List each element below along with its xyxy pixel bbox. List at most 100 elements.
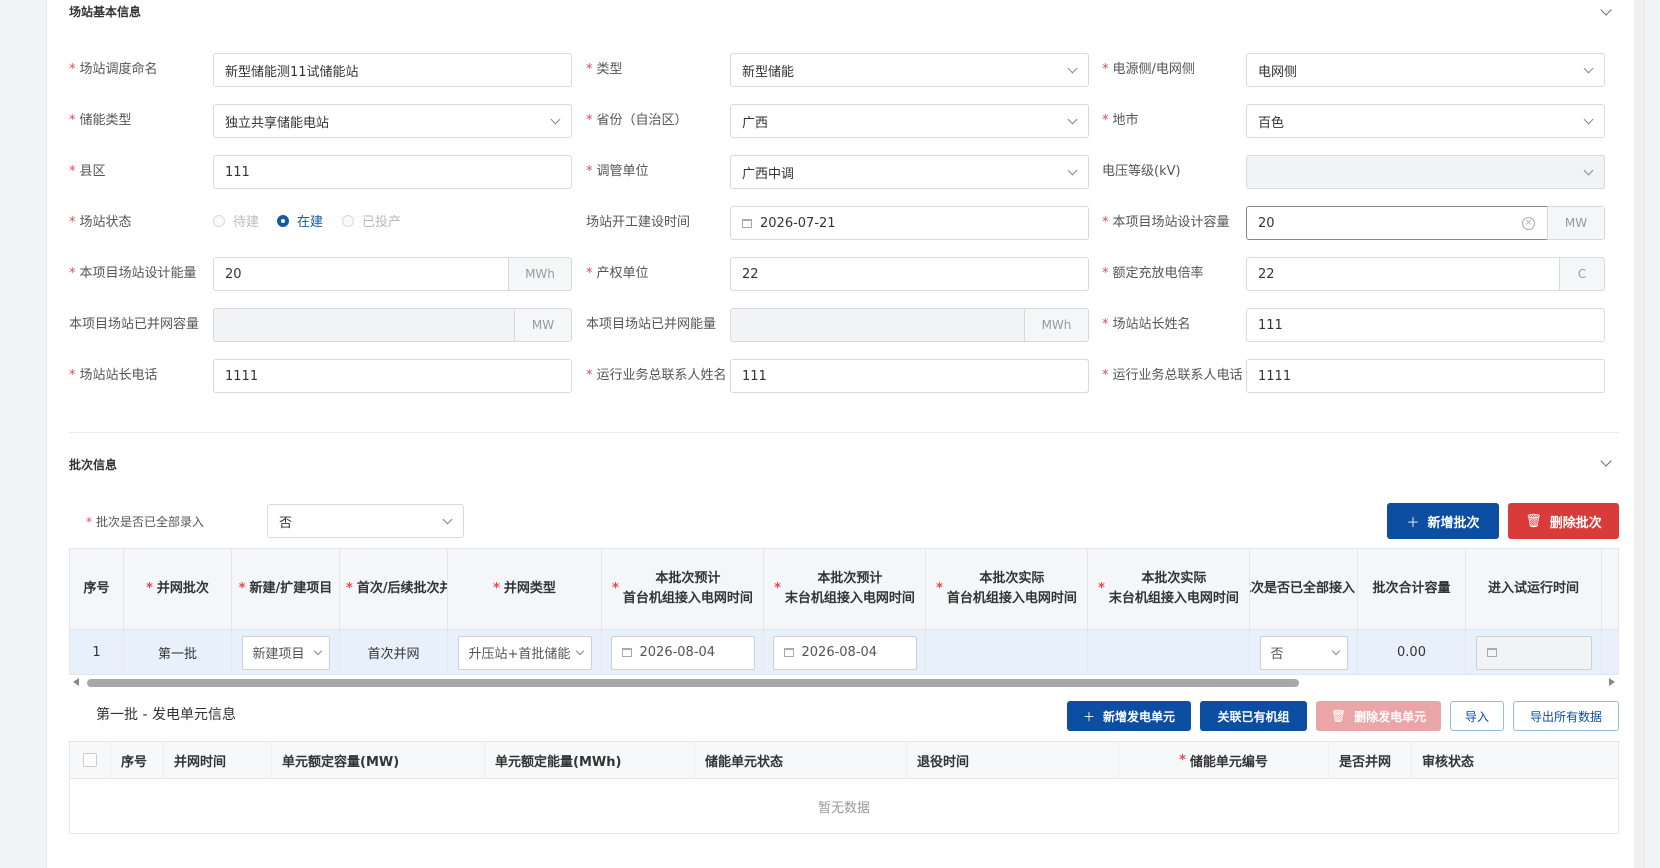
unit-col-retire-time: 退役时间: [907, 742, 1119, 779]
unit-col-connected: 是否并网: [1329, 742, 1412, 779]
trash-icon: 🗑: [1330, 709, 1347, 723]
col-header-seq: 序号: [70, 549, 124, 629]
col-header-trial-time: 进入试运行时间: [1466, 549, 1602, 629]
label-grid-energy: 本项目场站已并网能量: [586, 317, 717, 332]
status-radio-pending[interactable]: 待建: [213, 211, 259, 230]
side-select[interactable]: 电网侧: [1246, 53, 1605, 87]
cell-first-follow: 首次并网: [340, 629, 448, 674]
property-unit-input[interactable]: 22: [730, 257, 1089, 291]
unit-section-title: 第一批 - 发电单元信息: [96, 707, 236, 723]
grid-capacity-unit: MW: [514, 308, 572, 342]
plan-last-datepicker[interactable]: 2026-08-04: [772, 635, 917, 670]
label-design-energy: * 本项目场站设计能量: [69, 266, 197, 281]
section-divider: [69, 432, 1619, 433]
cell-trial-time: [1466, 629, 1602, 674]
chevron-down-icon: [1583, 165, 1594, 176]
grid-capacity-input[interactable]: [213, 308, 515, 342]
all-connected-select[interactable]: 否: [1259, 635, 1348, 670]
plan-first-datepicker[interactable]: 2026-08-04: [610, 635, 755, 670]
chevron-down-icon: [1067, 114, 1078, 125]
trash-icon: 🗑: [1525, 513, 1542, 529]
cell-extra: [1602, 629, 1618, 674]
ops-contact-phone-input[interactable]: 1111: [1246, 359, 1605, 393]
link-unit-button[interactable]: 关联已有机组: [1200, 701, 1307, 731]
label-type: * 类型: [586, 62, 623, 77]
add-batch-button[interactable]: ＋新增批次: [1387, 503, 1499, 539]
status-radio-operating[interactable]: 已投产: [342, 211, 401, 230]
city-select[interactable]: 百色: [1246, 104, 1605, 138]
vertical-scrollbar[interactable]: [1634, 0, 1644, 868]
col-header-batch: * 并网批次: [124, 549, 232, 629]
select-all-cell: [70, 742, 111, 779]
dispatch-unit-select[interactable]: 广西中调: [730, 155, 1089, 189]
delete-unit-button[interactable]: 🗑 删除发电单元: [1316, 701, 1441, 731]
label-property-unit: * 产权单位: [586, 266, 649, 281]
unit-col-energy: 单元额定能量(MWh): [485, 742, 695, 779]
calendar-icon: [742, 218, 752, 228]
batch-all-entered-select[interactable]: 否: [267, 504, 464, 538]
scroll-right-icon[interactable]: [1609, 678, 1615, 686]
province-select[interactable]: 广西: [730, 104, 1089, 138]
unit-col-seq: 序号: [111, 742, 164, 779]
cell-total-capacity: 0.00: [1358, 629, 1466, 674]
label-grid-capacity: 本项目场站已并网容量: [69, 317, 200, 332]
county-input[interactable]: 111: [213, 155, 572, 189]
calendar-icon: [1486, 648, 1497, 657]
label-county: * 县区: [69, 164, 106, 179]
start-time-datepicker[interactable]: 2026-07-21: [730, 206, 1089, 240]
label-province: * 省份（自治区）: [586, 113, 688, 128]
cell-seq: 1: [70, 629, 124, 674]
label-storage-type: * 储能类型: [69, 113, 132, 128]
col-header-total-capacity: 批次合计容量: [1358, 549, 1466, 629]
unit-col-capacity: 单元额定容量(MW): [272, 742, 485, 779]
storage-type-select[interactable]: 独立共享储能电站: [213, 104, 572, 138]
cell-act-first: [926, 629, 1088, 674]
scroll-left-icon[interactable]: [73, 678, 79, 686]
col-header-plan-first: * 本批次预计 首台机组接入电网时间: [602, 549, 764, 629]
ops-contact-name-input[interactable]: 111: [730, 359, 1089, 393]
label-manager-name: * 场站站长姓名: [1102, 317, 1191, 332]
type-select[interactable]: 新型储能: [730, 53, 1089, 87]
label-ops-contact-name: * 运行业务总联系人姓名: [586, 368, 727, 383]
label-batch-all-entered: * 批次是否已全部录入: [86, 515, 205, 529]
label-city: * 地市: [1102, 113, 1139, 128]
manager-name-input[interactable]: 111: [1246, 308, 1605, 342]
select-all-checkbox[interactable]: [83, 753, 97, 767]
charge-rate-unit: C: [1559, 257, 1605, 291]
col-header-act-first: * 本批次实际 首台机组接入电网时间: [926, 549, 1088, 629]
label-charge-rate: * 额定充放电倍率: [1102, 266, 1204, 281]
scroll-thumb[interactable]: [87, 679, 1299, 687]
design-capacity-input[interactable]: 20 ×: [1246, 206, 1548, 240]
add-unit-button[interactable]: ＋新增发电单元: [1067, 701, 1191, 731]
delete-batch-button[interactable]: 🗑 删除批次: [1508, 503, 1619, 539]
trial-time-datepicker[interactable]: [1475, 635, 1592, 670]
col-header-act-last: * 本批次实际 末台机组接入电网时间: [1088, 549, 1250, 629]
grid-energy-input[interactable]: [730, 308, 1025, 342]
col-header-extra: [1602, 549, 1618, 629]
design-capacity-unit: MW: [1547, 206, 1605, 240]
col-header-first-follow: *首次/后续批次并网: [340, 549, 448, 629]
label-design-capacity: * 本项目场站设计容量: [1102, 215, 1230, 230]
station-name-input[interactable]: 新型储能测11试储能站: [213, 53, 572, 87]
design-energy-input[interactable]: 20: [213, 257, 509, 291]
export-all-button[interactable]: 导出所有数据: [1513, 701, 1619, 731]
manager-phone-input[interactable]: 1111: [213, 359, 572, 393]
status-radio-building[interactable]: 在建: [277, 211, 323, 230]
clear-icon[interactable]: ×: [1522, 217, 1535, 230]
grid-type-select[interactable]: 升压站+首批储能: [457, 635, 592, 670]
chevron-down-icon: [1583, 114, 1594, 125]
charge-rate-input[interactable]: 22: [1246, 257, 1560, 291]
chevron-down-icon: [1583, 63, 1594, 74]
col-header-all-connected: 批次是否已全部接入: [1250, 549, 1358, 629]
unit-col-review-status: 审核状态: [1412, 742, 1618, 779]
label-status: * 场站状态: [69, 215, 132, 230]
unit-col-unit-code: * 储能单元编号: [1119, 742, 1329, 779]
label-voltage: 电压等级(kV): [1102, 164, 1181, 179]
horizontal-scrollbar[interactable]: [69, 675, 1619, 689]
voltage-select[interactable]: [1246, 155, 1605, 189]
new-expand-select[interactable]: 新建项目: [241, 635, 330, 670]
label-manager-phone: * 场站站长电话: [69, 368, 158, 383]
cell-plan-last: 2026-08-04: [764, 629, 926, 674]
import-button[interactable]: 导入: [1450, 701, 1504, 731]
label-start-time: 场站开工建设时间: [586, 215, 691, 230]
